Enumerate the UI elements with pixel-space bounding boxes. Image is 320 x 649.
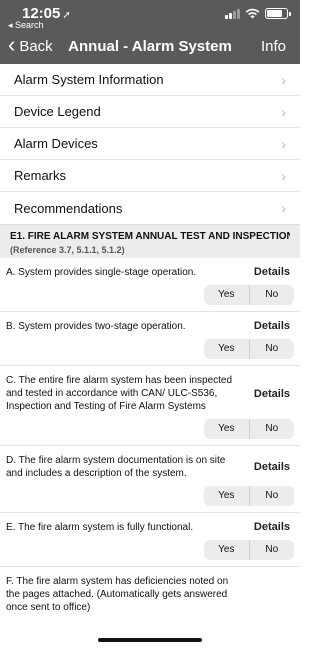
question-c: C. The entire fire alarm system has been… [0, 366, 300, 446]
location-arrow-icon: ➚ [62, 10, 71, 21]
question-text: F. The fire alarm system has deficiencie… [6, 576, 229, 613]
details-button[interactable]: Details [254, 521, 294, 534]
details-button[interactable]: Details [254, 461, 294, 473]
back-button[interactable]: ‹ Back [8, 32, 53, 57]
no-option[interactable]: No [248, 285, 295, 305]
menu-item-alarm-system-information[interactable]: Alarm System Information › [0, 64, 300, 96]
question-a: A. System provides single-stage operatio… [0, 258, 300, 312]
question-text: C. The entire fire alarm system has been… [6, 375, 233, 412]
question-text: D. The fire alarm system documentation i… [6, 455, 226, 479]
menu-item-label: Alarm System Information [14, 72, 164, 87]
menu-item-device-legend[interactable]: Device Legend › [0, 96, 300, 128]
section-title: E1. FIRE ALARM SYSTEM ANNUAL TEST AND IN… [10, 231, 290, 242]
yes-option[interactable]: Yes [204, 486, 249, 506]
yes-no-segmented-control: Yes No [204, 339, 294, 359]
menu-item-label: Remarks [14, 168, 67, 183]
details-button[interactable]: Details [254, 320, 294, 333]
back-to-app-link[interactable]: ◂ Search [8, 20, 44, 31]
question-list: A. System provides single-stage operatio… [0, 258, 300, 614]
home-indicator[interactable] [98, 638, 202, 642]
yes-no-segmented-control: Yes No [204, 486, 294, 506]
question-text: E. The fire alarm system is fully functi… [6, 522, 194, 533]
details-button[interactable]: Details [254, 266, 294, 279]
wifi-icon [245, 8, 260, 19]
chevron-right-icon: › [281, 167, 286, 184]
chevron-left-icon: ‹ [8, 32, 16, 57]
no-option[interactable]: No [248, 486, 295, 506]
menu-item-remarks[interactable]: Remarks › [0, 160, 300, 192]
info-button[interactable]: Info [261, 38, 286, 55]
question-text: B. System provides two-stage operation. [6, 321, 186, 332]
navigation-bar: ‹ Back Annual - Alarm System Info [0, 34, 300, 62]
chevron-right-icon: › [281, 135, 286, 152]
no-option[interactable]: No [248, 419, 295, 439]
menu-item-alarm-devices[interactable]: Alarm Devices › [0, 128, 300, 160]
back-label: Back [19, 38, 53, 55]
no-option[interactable]: No [248, 540, 295, 560]
yes-option[interactable]: Yes [204, 339, 249, 359]
question-b: B. System provides two-stage operation. … [0, 312, 300, 366]
no-option[interactable]: No [248, 339, 295, 359]
cellular-signal-icon [225, 8, 240, 19]
menu-item-recommendations[interactable]: Recommendations › [0, 192, 300, 224]
chevron-right-icon: › [281, 71, 286, 88]
question-e: E. The fire alarm system is fully functi… [0, 513, 300, 567]
question-f: F. The fire alarm system has deficiencie… [0, 567, 300, 614]
menu-item-label: Recommendations [14, 200, 123, 216]
question-text: A. System provides single-stage operatio… [6, 267, 197, 278]
yes-option[interactable]: Yes [204, 419, 249, 439]
yes-no-segmented-control: Yes No [204, 419, 294, 439]
details-button[interactable]: Details [254, 388, 294, 400]
section-reference: (Reference 3.7, 5.1.1, 5.1.2) [10, 245, 125, 255]
chevron-right-icon: › [281, 103, 286, 120]
yes-no-segmented-control: Yes No [204, 540, 294, 560]
battery-icon [265, 8, 291, 19]
yes-option[interactable]: Yes [204, 285, 249, 305]
top-bar: 12:05 ➚ ◂ Search ‹ Back Annual - Alarm Sy… [0, 0, 300, 64]
status-bar: 12:05 ➚ ◂ Search [0, 0, 300, 30]
menu-item-label: Alarm Devices [14, 136, 98, 151]
yes-option[interactable]: Yes [204, 540, 249, 560]
menu-list: Alarm System Information › Device Legend ›… [0, 64, 300, 224]
chevron-right-icon: › [281, 200, 286, 216]
yes-no-segmented-control: Yes No [204, 285, 294, 305]
section-header: E1. FIRE ALARM SYSTEM ANNUAL TEST AND IN… [0, 224, 300, 258]
status-icons [225, 8, 291, 19]
menu-item-label: Device Legend [14, 104, 101, 119]
question-d: D. The fire alarm system documentation i… [0, 446, 300, 513]
